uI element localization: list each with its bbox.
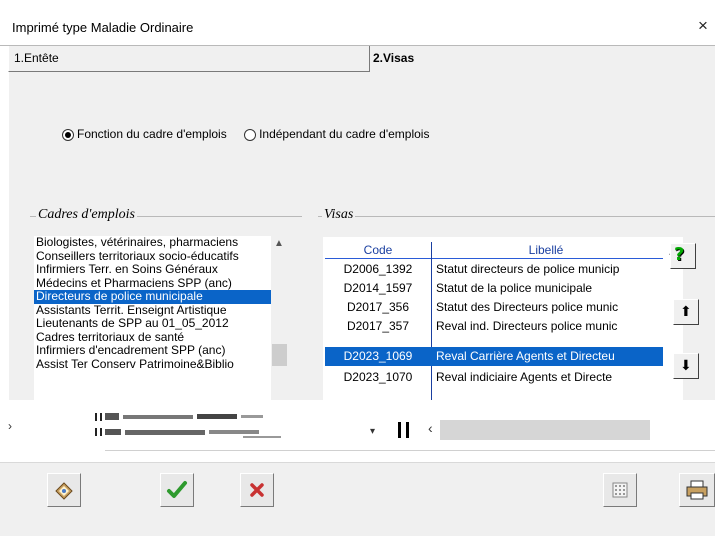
horizontal-scrollbar[interactable] (440, 420, 650, 440)
checkmark-icon (167, 481, 187, 498)
chevron-down-icon[interactable]: ▾ (370, 426, 375, 437)
list-item[interactable]: Biologistes, vétérinaires, pharmaciens (34, 236, 288, 250)
cell-code: D2023_1069 (343, 349, 413, 363)
list-item-selected[interactable]: Directeurs de police municipale (34, 290, 288, 304)
radio-group-mode: Fonction du cadre d'emplois Indépendant … (62, 126, 429, 144)
separator-line (105, 450, 715, 451)
list-item[interactable]: Infirmiers d'encadrement SPP (anc) (34, 344, 288, 358)
move-up-button[interactable]: ⬆ (673, 299, 699, 325)
splitter-handle[interactable] (398, 422, 410, 438)
cell-code: D2014_1597 (343, 281, 413, 295)
cadres-scrollbar[interactable]: ▲ (271, 236, 288, 402)
cell-libelle: Reval indiciaire Agents et Directe (436, 370, 613, 384)
table-row[interactable]: D2017_357 Reval ind. Directeurs police m… (325, 317, 663, 336)
table-row[interactable]: D2006_1392 Statut directeurs de police m… (325, 260, 663, 279)
validate-button[interactable] (160, 473, 194, 507)
cell-code: D2017_357 (346, 319, 410, 333)
window-title: Imprimé type Maladie Ordinaire (12, 20, 194, 35)
arrow-up-icon: ⬆ (680, 303, 692, 319)
cadres-scroll-thumb[interactable] (272, 344, 287, 366)
tab-visas[interactable]: 2.Visas (370, 46, 715, 72)
table-row[interactable]: D2017_356 Statut des Directeurs police m… (325, 298, 663, 317)
table-row-selected[interactable]: D2023_1069 Reval Carrière Agents et Dire… (325, 347, 663, 366)
column-header-code[interactable]: Code (325, 242, 431, 258)
cancel-x-icon (250, 483, 264, 497)
radio-checked-icon[interactable] (62, 129, 74, 141)
calculator-button[interactable] (603, 473, 637, 507)
move-down-button[interactable]: ⬇ (673, 353, 699, 379)
list-item[interactable]: Lieutenants de SPP au 01_05_2012 (34, 317, 288, 331)
chevron-left-icon[interactable]: ‹ (428, 420, 433, 436)
tab-entete-label: 1.Entête (14, 51, 59, 65)
arrow-down-icon: ⬇ (680, 357, 692, 373)
printer-icon (686, 480, 708, 500)
visas-table[interactable]: Code Libellé D2006_1392 Statut directeur… (323, 237, 683, 402)
cancel-button[interactable] (240, 473, 274, 507)
radio-independant[interactable]: Indépendant du cadre d'emplois (244, 127, 429, 141)
cell-libelle: Reval Carrière Agents et Directeu (436, 349, 615, 363)
table-row[interactable]: D2023_1070 Reval indiciaire Agents et Di… (325, 368, 663, 387)
list-item[interactable]: Cadres territoriaux de santé (34, 331, 288, 345)
cadres-group-label: Cadres d'emplois (36, 207, 137, 223)
list-item[interactable]: Conseillers territoriaux socio-éducatifs (34, 250, 288, 264)
radio-unchecked-icon[interactable] (244, 129, 257, 141)
cell-code: D2006_1392 (343, 262, 413, 276)
table-header: Code Libellé (325, 242, 663, 259)
cell-libelle: Statut directeurs de police municip (436, 262, 620, 276)
column-header-libelle[interactable]: Libellé (433, 242, 659, 258)
radio-independant-label: Indépendant du cadre d'emplois (259, 127, 430, 141)
print-button[interactable] (679, 473, 715, 507)
list-item[interactable]: Assistants Territ. Enseignt Artistique (34, 304, 288, 318)
chevron-right-icon[interactable]: › (8, 419, 12, 433)
cell-libelle: Reval ind. Directeurs police munic (436, 319, 618, 333)
cell-libelle: Statut des Directeurs police munic (436, 300, 619, 314)
calculator-icon (612, 482, 628, 498)
list-item[interactable]: Infirmiers Terr. en Soins Généraux (34, 263, 288, 277)
help-icon: ? (674, 244, 685, 265)
visas-group-label: Visas (322, 207, 356, 223)
tab-visas-label: 2.Visas (373, 51, 415, 65)
help-button[interactable]: ? (670, 243, 696, 269)
radio-fonction-label: Fonction du cadre d'emplois (77, 127, 227, 141)
radio-fonction[interactable]: Fonction du cadre d'emplois (62, 127, 230, 141)
document-edit-icon (55, 482, 73, 500)
list-item[interactable]: Assist Ter Conserv Patrimoine&Biblio (34, 358, 288, 372)
cadres-listbox[interactable]: Biologistes, vétérinaires, pharmaciens C… (34, 236, 288, 402)
scroll-up-arrow-icon[interactable]: ▲ (274, 238, 284, 249)
cell-code: D2023_1070 (343, 370, 413, 384)
cell-code: D2017_356 (346, 300, 410, 314)
garbled-render-artifact (95, 413, 281, 438)
visas-group-line (318, 216, 715, 218)
table-row[interactable]: D2014_1597 Statut de la police municipal… (325, 279, 663, 298)
cell-libelle: Statut de la police municipale (436, 281, 593, 295)
edit-document-button[interactable] (47, 473, 81, 507)
list-item[interactable]: Médecins et Pharmaciens SPP (anc) (34, 277, 288, 291)
close-icon[interactable]: × (698, 17, 708, 34)
tab-entete[interactable]: 1.Entête (8, 46, 370, 72)
